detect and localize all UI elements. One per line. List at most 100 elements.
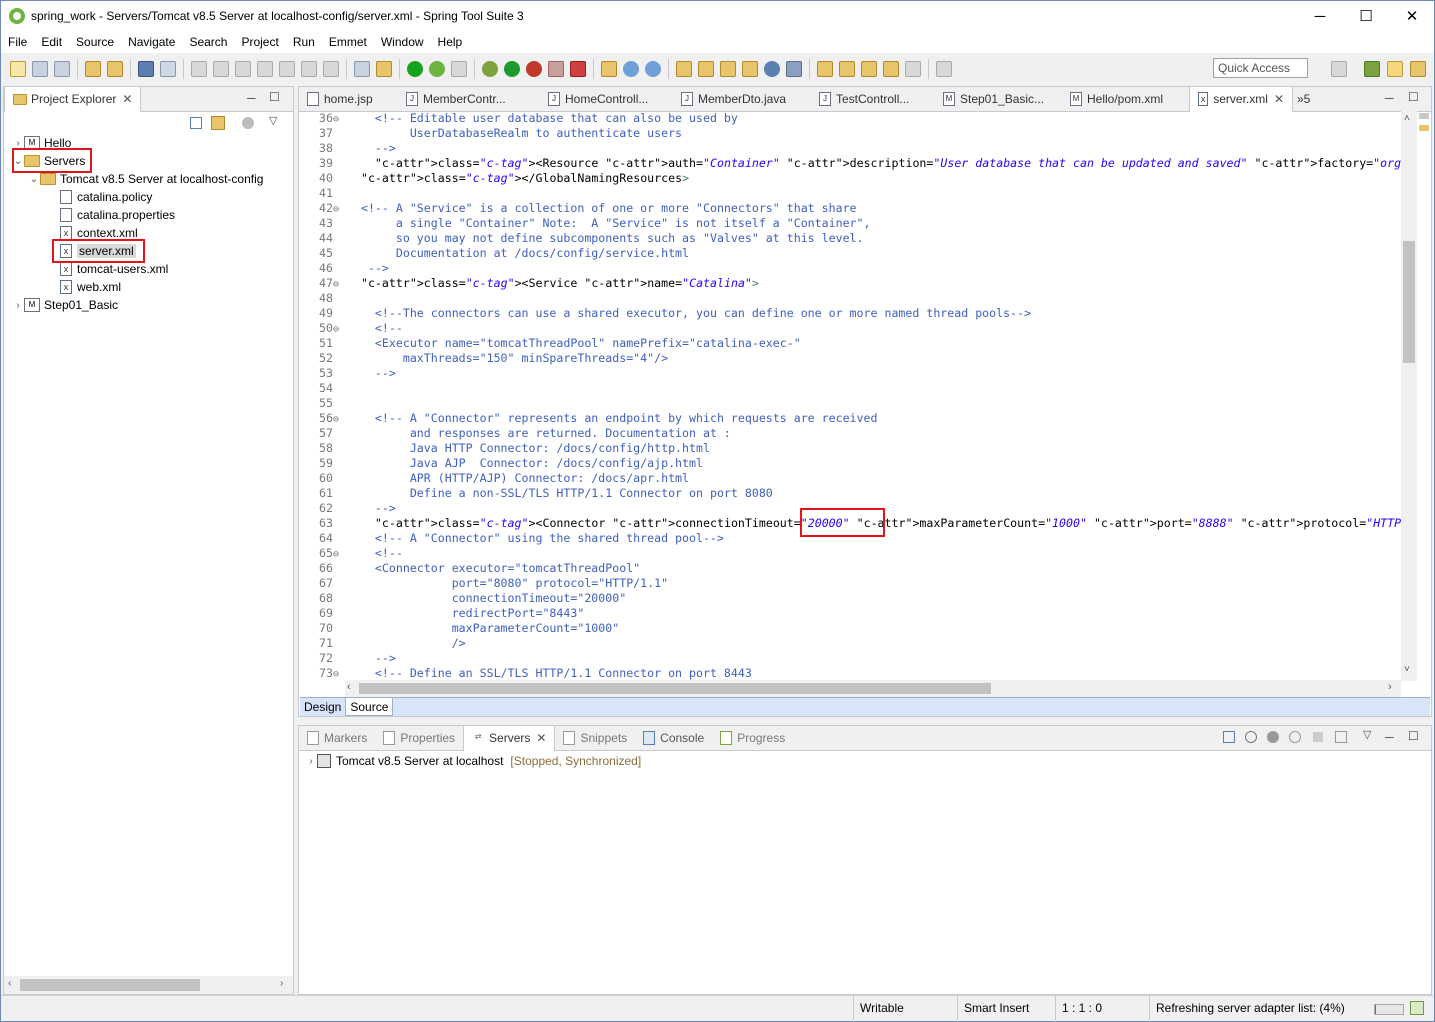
tab-servers[interactable]: ⇄ Servers ✕: [463, 725, 556, 751]
open-task-icon[interactable]: [698, 61, 714, 77]
debug-server-icon[interactable]: [1245, 731, 1257, 743]
save-icon[interactable]: [32, 61, 48, 77]
globe-icon[interactable]: [764, 61, 780, 77]
forward-icon[interactable]: [905, 61, 921, 77]
menu-run[interactable]: Run: [286, 35, 322, 49]
code-line[interactable]: 56⊖ <!-- A "Connector" represents an end…: [301, 411, 877, 426]
tab-design[interactable]: Design: [300, 698, 345, 716]
menu-navigate[interactable]: Navigate: [121, 35, 182, 49]
code-area[interactable]: 36⊖ <!-- Editable user database that can…: [301, 111, 1401, 681]
menu-project[interactable]: Project: [234, 35, 285, 49]
run-external-tools-icon[interactable]: [526, 61, 542, 77]
code-line[interactable]: 59 Java AJP Connector: /docs/config/ajp.…: [301, 456, 703, 471]
publish-icon[interactable]: [1335, 731, 1347, 743]
scroll-thumb[interactable]: [20, 979, 200, 991]
code-line[interactable]: 38 -->: [301, 141, 396, 156]
disconnect-icon[interactable]: [257, 61, 273, 77]
tree-item-step01-basic[interactable]: › M Step01_Basic: [12, 296, 118, 314]
code-line[interactable]: 40 "c-attr">class="c-tag"></GlobalNaming…: [301, 171, 689, 186]
link-editor-icon[interactable]: [936, 61, 952, 77]
new-icon[interactable]: [10, 61, 26, 77]
chevron-right-icon[interactable]: ›: [12, 300, 24, 311]
code-line[interactable]: 60 APR (HTTP/AJP) Connector: /docs/apr.h…: [301, 471, 689, 486]
spring-perspective-icon[interactable]: [1364, 61, 1380, 77]
filters-icon[interactable]: [242, 117, 254, 129]
code-line[interactable]: 49 <!--The connectors can use a shared e…: [301, 306, 1031, 321]
resume-icon[interactable]: [191, 61, 207, 77]
tab-member-dto[interactable]: J MemberDto.java: [673, 87, 811, 112]
code-line[interactable]: 37 UserDatabaseRealm to authenticate use…: [301, 126, 682, 141]
tree-item-catalina-properties[interactable]: catalina.properties: [60, 206, 175, 224]
code-line[interactable]: 55: [301, 396, 347, 411]
stop-icon[interactable]: [548, 61, 564, 77]
code-line[interactable]: 58 Java HTTP Connector: /docs/config/htt…: [301, 441, 710, 456]
code-line[interactable]: 73⊖ <!-- Define an SSL/TLS HTTP/1.1 Conn…: [301, 666, 752, 681]
close-button[interactable]: ✕: [1389, 1, 1435, 31]
fold-collapse-icon[interactable]: ⊖: [333, 202, 347, 217]
tree-item-catalina-policy[interactable]: catalina.policy: [60, 188, 152, 206]
menu-source[interactable]: Source: [69, 35, 121, 49]
close-icon[interactable]: ✕: [536, 731, 546, 745]
open-resource-icon[interactable]: [742, 61, 758, 77]
menu-search[interactable]: Search: [182, 35, 234, 49]
fold-collapse-icon[interactable]: ⊖: [333, 667, 347, 681]
tab-markers[interactable]: Markers: [299, 726, 375, 751]
menu-window[interactable]: Window: [374, 35, 431, 49]
scroll-up-icon[interactable]: ˄: [1404, 113, 1410, 124]
maximize-view-icon[interactable]: ☐: [269, 90, 280, 104]
scroll-down-icon[interactable]: ˅: [1404, 664, 1410, 675]
fold-collapse-icon[interactable]: ⊖: [333, 412, 347, 427]
terminal-icon[interactable]: [138, 61, 154, 77]
editor-hscrollbar[interactable]: ‹ ›: [345, 680, 1401, 697]
minimize-button[interactable]: ─: [1297, 1, 1343, 31]
open-type-icon[interactable]: [107, 61, 123, 77]
next-annotation-icon[interactable]: [817, 61, 833, 77]
new-java-project-icon[interactable]: [601, 61, 617, 77]
code-line[interactable]: 36⊖ <!-- Editable user database that can…: [301, 111, 738, 126]
maximize-view-icon[interactable]: ☐: [1408, 729, 1419, 743]
step-return-icon[interactable]: [323, 61, 339, 77]
collapse-all-icon[interactable]: [1223, 731, 1235, 743]
build-icon[interactable]: [85, 61, 101, 77]
drop-to-frame-icon[interactable]: [354, 61, 370, 77]
fold-collapse-icon[interactable]: ⊖: [333, 322, 347, 337]
maximize-button[interactable]: ☐: [1343, 1, 1389, 31]
minimize-view-icon[interactable]: ─: [1385, 730, 1394, 744]
fold-collapse-icon[interactable]: ⊖: [333, 277, 347, 292]
skip-breakpoints-icon[interactable]: [160, 61, 176, 77]
view-menu-icon[interactable]: ▽: [269, 114, 277, 127]
tab-home-jsp[interactable]: home.jsp: [299, 87, 398, 112]
code-line[interactable]: 57 and responses are returned. Documenta…: [301, 426, 731, 441]
server-row[interactable]: › Tomcat v8.5 Server at localhost [Stopp…: [305, 752, 641, 770]
fold-collapse-icon[interactable]: ⊖: [333, 547, 347, 562]
step-into-icon[interactable]: [279, 61, 295, 77]
code-line[interactable]: 51 <Executor name="tomcatThreadPool" nam…: [301, 336, 801, 351]
explorer-hscrollbar[interactable]: ‹ ›: [4, 976, 293, 994]
tree-item-web-xml[interactable]: x web.xml: [60, 278, 121, 296]
tab-server-xml[interactable]: x server.xml ✕: [1189, 86, 1293, 112]
start-server-icon[interactable]: [1267, 731, 1279, 743]
code-line[interactable]: 45 Documentation at /docs/config/service…: [301, 246, 689, 261]
open-perspective-icon[interactable]: [1331, 61, 1347, 77]
step-over-icon[interactable]: [301, 61, 317, 77]
code-line[interactable]: 48: [301, 291, 347, 306]
code-line[interactable]: 42⊖ <!-- A "Service" is a collection of …: [301, 201, 857, 216]
menu-emmet[interactable]: Emmet: [322, 35, 374, 49]
external-tools-icon[interactable]: [570, 61, 586, 77]
code-line[interactable]: 64 <!-- A "Connector" using the shared t…: [301, 531, 724, 546]
code-line[interactable]: 61 Define a non-SSL/TLS HTTP/1.1 Connect…: [301, 486, 773, 501]
save-all-icon[interactable]: [54, 61, 70, 77]
code-line[interactable]: 65⊖ <!--: [301, 546, 403, 561]
code-line[interactable]: 39 "c-attr">class="c-tag"><Resource "c-a…: [301, 156, 1401, 171]
tab-console[interactable]: Console: [635, 726, 712, 751]
chevron-right-icon[interactable]: ›: [12, 138, 24, 149]
tab-project-explorer[interactable]: Project Explorer ✕: [4, 86, 142, 112]
relaunch-icon[interactable]: [451, 61, 467, 77]
stop-server-icon[interactable]: [1313, 732, 1323, 742]
code-line[interactable]: 52 maxThreads="150" minSpareThreads="4"/…: [301, 351, 668, 366]
close-icon[interactable]: ✕: [122, 92, 132, 106]
search-icon[interactable]: [720, 61, 736, 77]
code-line[interactable]: 68 connectionTimeout="20000": [301, 591, 626, 606]
minimize-view-icon[interactable]: ─: [247, 91, 256, 105]
code-line[interactable]: 72 -->: [301, 651, 396, 666]
